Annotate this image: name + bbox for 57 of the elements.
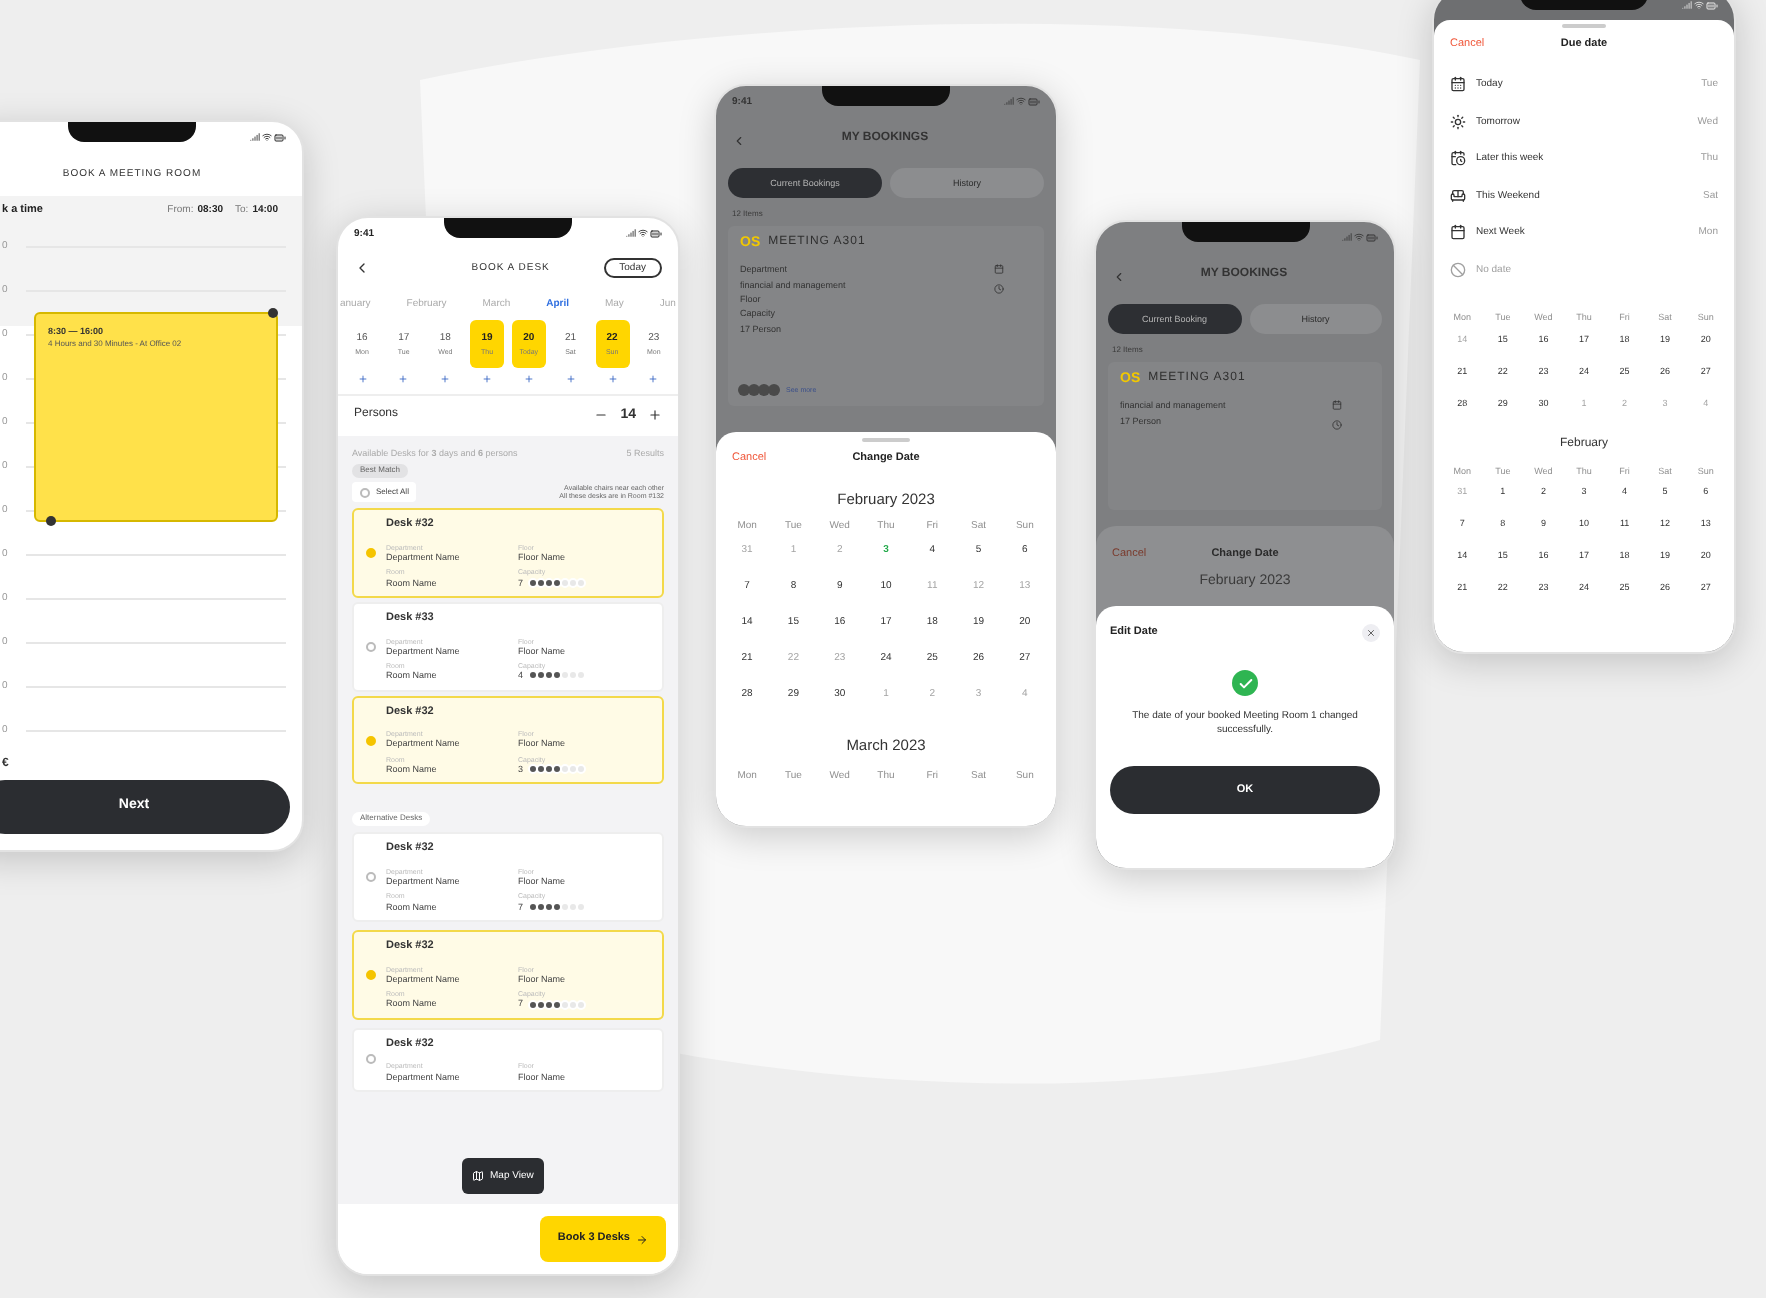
battery-icon xyxy=(274,131,286,143)
plus-icon xyxy=(357,374,367,384)
calendar-icon xyxy=(1332,400,1342,411)
wifi-icon xyxy=(1016,96,1026,106)
phone-notch xyxy=(444,218,572,238)
wifi-icon xyxy=(638,228,648,238)
resize-handle[interactable] xyxy=(268,308,278,318)
radio-button[interactable] xyxy=(365,641,375,652)
avatar-stack-icon xyxy=(529,999,586,1010)
clock-icon xyxy=(994,284,1004,295)
close-button[interactable] xyxy=(1362,624,1380,642)
battery-icon xyxy=(1366,231,1378,243)
calendar-icon xyxy=(994,264,1004,275)
signal-icon xyxy=(626,228,636,238)
avatar-stack-icon xyxy=(529,577,586,588)
plus-icon xyxy=(523,374,534,384)
check-icon xyxy=(1237,675,1253,691)
radio-button[interactable] xyxy=(365,548,375,559)
plus-icon xyxy=(648,408,662,423)
map-icon xyxy=(472,1170,484,1182)
radio-button[interactable] xyxy=(365,872,375,883)
battery-icon xyxy=(1028,95,1040,107)
signal-icon xyxy=(1004,96,1014,106)
avatar-stack-icon xyxy=(740,383,780,396)
battery-icon xyxy=(650,227,662,239)
plus-icon xyxy=(607,374,618,384)
clock-icon xyxy=(1332,420,1342,431)
wifi-icon xyxy=(1354,232,1364,242)
signal-icon xyxy=(250,132,260,142)
phone-notch xyxy=(68,122,196,142)
calendar-clock-icon xyxy=(1450,150,1466,167)
back-icon xyxy=(1112,269,1126,283)
avatar-stack-icon xyxy=(529,670,586,681)
plus-icon xyxy=(565,374,576,384)
back-icon xyxy=(732,133,746,147)
calendar-icon xyxy=(1450,224,1466,241)
resize-handle[interactable] xyxy=(46,516,56,526)
plus-icon xyxy=(648,374,659,384)
calendar-icon xyxy=(1450,76,1466,93)
signal-icon xyxy=(1342,232,1352,242)
back-icon xyxy=(354,260,370,276)
avatar-stack-icon xyxy=(529,901,586,912)
radio-button[interactable] xyxy=(365,1054,375,1065)
plus-icon xyxy=(398,374,409,384)
radio-button[interactable] xyxy=(365,735,375,746)
wifi-icon xyxy=(262,132,272,142)
radio-button[interactable] xyxy=(365,969,375,980)
plus-icon xyxy=(440,374,451,384)
plus-icon xyxy=(482,374,493,384)
avatar-stack-icon xyxy=(529,764,586,775)
no-entry-icon xyxy=(1450,261,1466,278)
sun-icon xyxy=(1450,113,1466,130)
arrow-right-icon xyxy=(636,1233,648,1245)
phone-notch xyxy=(1181,222,1309,242)
radio-button[interactable] xyxy=(360,487,370,498)
sofa-icon xyxy=(1450,187,1466,204)
phone-notch xyxy=(822,86,950,106)
